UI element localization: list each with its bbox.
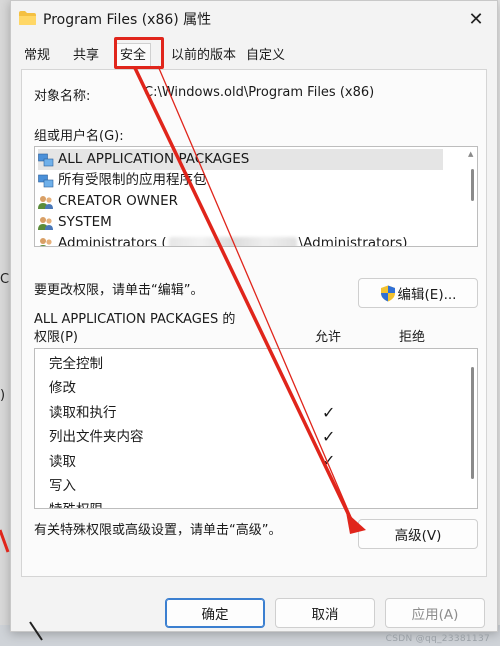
tab-customize[interactable]: 自定义	[244, 45, 287, 67]
tab-security[interactable]: 安全	[115, 43, 152, 69]
uac-shield-icon	[380, 285, 395, 301]
allow-check-icon: ✓	[322, 427, 336, 446]
allow-check-icon: ✓	[322, 403, 336, 422]
permission-row: 特殊权限	[49, 498, 103, 508]
window-title: Program Files (x86) 属性	[43, 12, 212, 28]
properties-dialog: Program Files (x86) 属性 ✕ 常规 共享 安全 以前的版本 …	[10, 0, 498, 632]
ok-button[interactable]: 确定	[165, 598, 265, 628]
users-icon	[38, 216, 53, 230]
allow-column-header: 允许	[315, 330, 342, 345]
permission-row: 修改	[49, 380, 76, 396]
list-item[interactable]: 所有受限制的应用程序包	[38, 170, 207, 191]
app-packages-icon	[38, 153, 54, 166]
group-name: ALL APPLICATION PACKAGES	[58, 151, 250, 167]
group-name-prefix: Administrators (	[58, 235, 167, 247]
deny-column-header: 拒绝	[399, 330, 426, 345]
ok-button-label: 确定	[201, 607, 229, 623]
watermark: CSDN @qq_23381137	[385, 634, 490, 644]
title-bar[interactable]: Program Files (x86) 属性 ✕	[11, 1, 497, 37]
tab-previous-versions[interactable]: 以前的版本	[169, 45, 238, 67]
list-item[interactable]: ALL APPLICATION PACKAGES	[38, 149, 443, 170]
group-name: CREATOR OWNER	[58, 193, 179, 209]
object-name-label: 对象名称:	[34, 89, 91, 104]
app-packages-icon	[38, 174, 54, 187]
users-icon	[39, 237, 52, 246]
permission-row: 读取和执行	[49, 405, 117, 421]
groups-scrollbar[interactable]	[471, 169, 474, 201]
permission-row: 完全控制	[49, 356, 103, 372]
object-name-value: C:\Windows.old\Program Files (x86)	[144, 85, 375, 100]
permission-row: 写入	[49, 478, 76, 494]
permission-row: 列出文件夹内容	[49, 429, 144, 445]
cancel-button[interactable]: 取消	[275, 598, 375, 628]
list-item[interactable]: Administrators ( \Administrators)	[38, 233, 408, 247]
tab-bar: 常规 共享 安全 以前的版本 自定义	[11, 39, 497, 69]
tab-general[interactable]: 常规	[22, 45, 52, 67]
advanced-button-label: 高级(V)	[394, 528, 442, 544]
group-name-suffix: \Administrators)	[298, 235, 408, 247]
group-name: SYSTEM	[58, 214, 112, 230]
groups-label: 组或用户名(G):	[34, 129, 124, 144]
groups-listbox[interactable]: ALL APPLICATION PACKAGES 所有受限制的应用程序包 CRE…	[34, 146, 478, 247]
permission-row: 读取	[49, 454, 76, 470]
change-permissions-hint: 要更改权限，请单击“编辑”。	[34, 283, 204, 298]
folder-icon	[19, 11, 36, 25]
edit-button[interactable]: 编辑(E)...	[358, 278, 478, 308]
close-icon: ✕	[468, 8, 484, 30]
cancel-button-label: 取消	[311, 607, 339, 623]
tab-sharing[interactable]: 共享	[71, 45, 101, 67]
advanced-button[interactable]: 高级(V)	[358, 519, 478, 549]
close-button[interactable]: ✕	[461, 5, 491, 33]
background-window-edge	[0, 0, 10, 646]
advanced-hint: 有关特殊权限或高级设置，请单击“高级”。	[34, 523, 282, 538]
scroll-up-icon[interactable]: ▲	[468, 150, 473, 158]
background-text-fragment: )	[0, 388, 6, 403]
apply-button[interactable]: 应用(A)	[385, 598, 485, 628]
redacted-text	[168, 236, 297, 246]
list-item[interactable]: CREATOR OWNER	[38, 191, 178, 212]
permissions-scrollbar[interactable]	[471, 367, 474, 479]
permissions-label: 权限(P)	[34, 330, 78, 345]
permissions-listbox[interactable]: 完全控制 修改 读取和执行 列出文件夹内容 读取 写入 特殊权限 ✓ ✓ ✓	[34, 348, 478, 509]
group-name: 所有受限制的应用程序包	[58, 172, 207, 188]
background-text-fragment: C	[0, 272, 10, 287]
users-icon	[38, 195, 53, 209]
edit-button-label: 编辑(E)...	[397, 287, 457, 303]
apply-button-label: 应用(A)	[411, 607, 459, 623]
permissions-title: ALL APPLICATION PACKAGES 的	[34, 312, 236, 327]
allow-check-icon: ✓	[322, 451, 336, 470]
security-panel: 对象名称: C:\Windows.old\Program Files (x86)…	[21, 69, 487, 577]
list-item[interactable]: SYSTEM	[38, 212, 112, 233]
